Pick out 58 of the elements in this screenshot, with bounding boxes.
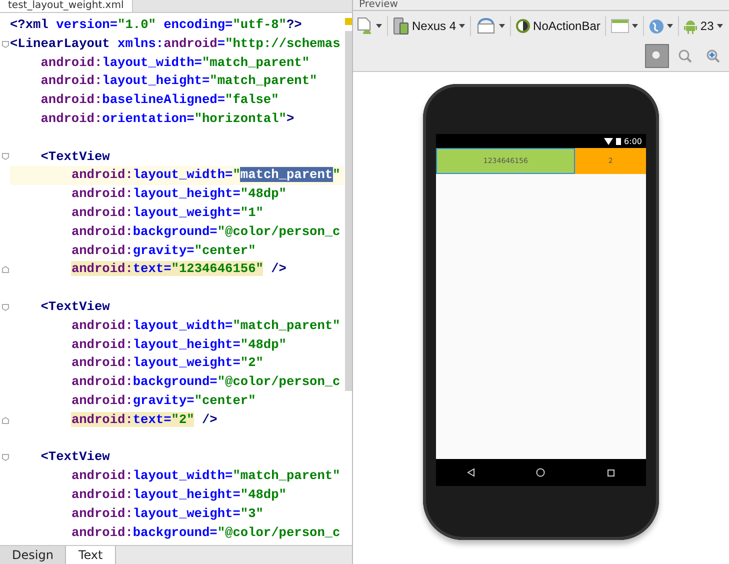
code-line: android:text="2" /> [70,410,218,429]
wifi-icon [604,138,614,144]
caret-icon [632,24,638,28]
code-line: <TextView [40,298,111,316]
caret-icon [376,24,382,28]
editor-tab[interactable]: Design [0,546,66,564]
caret-icon [667,24,674,28]
clock-text: 6:00 [624,136,642,146]
code-line: <LinearLayout xmlns:android="http://schemas [10,34,342,53]
layout-button[interactable] [611,19,638,33]
code-line: <TextView [40,148,111,166]
code-line: <?xml version="1.0" encoding="utf-8"?> [10,16,303,34]
code-line: android:gravity="center" [70,392,257,410]
recents-icon [607,468,616,476]
code-line: <TextView [40,448,111,466]
file-tab[interactable]: test_layout_weight.xml [0,0,133,12]
globe-icon [649,18,664,34]
editor-tab[interactable]: Text [66,546,116,564]
code-line: android:layout_width="match_parent" [70,316,342,335]
document-icon [357,17,373,35]
code-line: android:background="@color/person_c [70,222,342,241]
code-line: android:layout_height="48dp" [70,336,288,354]
code-line: android:layout_height="48dp" [70,185,288,204]
battery-icon [616,137,622,145]
device-dropdown[interactable]: Nexus 4 [393,17,466,35]
locale-button[interactable] [649,18,674,34]
orientation-button[interactable] [476,18,506,34]
zoom-in-icon [706,49,720,63]
code-line: android:text="1234646156" /> [70,260,288,278]
api-level-button[interactable]: 23 [684,18,723,34]
code-line: android:layout_height="48dp" [70,486,288,504]
code-line: android:layout_weight="2" [70,354,264,372]
layout-icon [611,19,630,33]
theme-icon [516,19,530,33]
code-line: android:gravity="center" [70,242,257,260]
inspection-status-icon [344,18,352,25]
rotate-icon [476,18,496,34]
code-line: android:layout_weight="1" [70,204,264,222]
code-line: android:orientation="horizontal"> [40,110,296,128]
caret-icon [459,24,466,28]
caret-icon [716,24,723,28]
code-line: android:layout_width="match_parent" [70,467,342,486]
caret-icon [499,24,506,28]
home-icon [536,468,546,477]
design-view-button[interactable] [357,17,382,35]
code-line: android:background="@color/person_c [70,524,342,542]
zoom-fit-button[interactable] [645,44,669,68]
code-line: android:baselineAligned="false" [40,91,280,110]
code-line: android:layout_height="match_parent" [40,72,318,90]
android-icon [684,18,698,34]
code-line: android:background="@color/person_c [70,373,342,392]
code-line: android:layout_width="match_parent" [40,54,311,72]
scrollbar-thumb[interactable] [344,31,352,391]
magnifier-icon [678,49,692,63]
theme-button[interactable]: NoActionBar [516,19,600,33]
code-line: android:layout_weight="3" [70,504,264,523]
devices-icon [393,17,409,35]
back-icon [466,468,475,477]
